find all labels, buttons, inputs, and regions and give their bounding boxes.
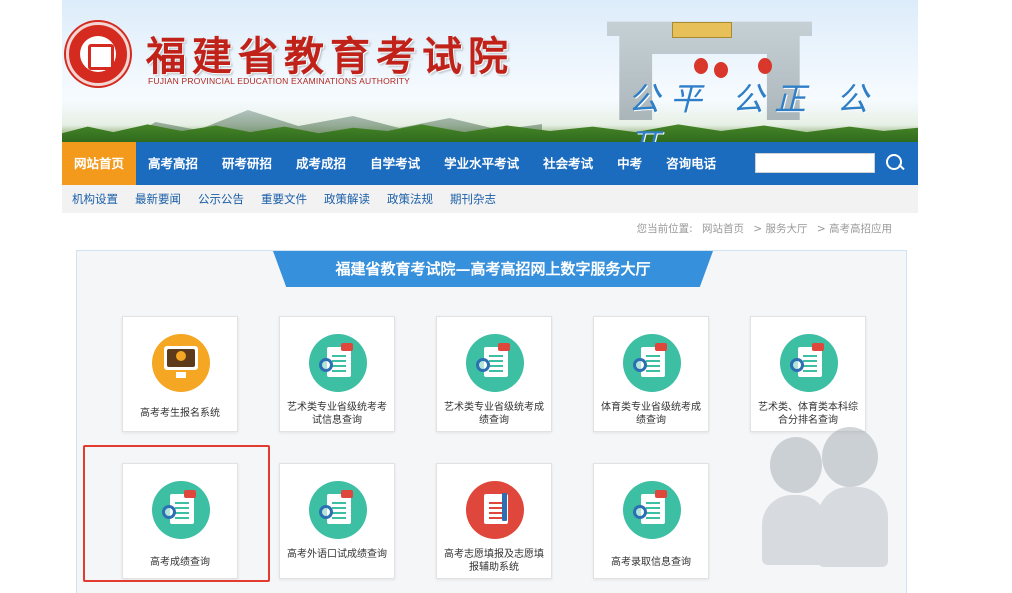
search-icon[interactable] bbox=[884, 153, 906, 175]
application-form-icon bbox=[466, 481, 524, 539]
sub-nav: 机构设置 最新要闻 公示公告 重要文件 政策解读 政策法规 期刊杂志 bbox=[62, 185, 918, 213]
gate-plaque bbox=[672, 22, 732, 38]
lantern-icon bbox=[694, 58, 708, 74]
site-subtitle: FUJIAN PROVINCIAL EDUCATION EXAMINATIONS… bbox=[148, 76, 411, 86]
sub-nav-news[interactable]: 最新要闻 bbox=[135, 191, 181, 207]
card-label: 艺术类专业省级统考考试信息查询 bbox=[287, 402, 387, 426]
breadcrumb-home[interactable]: 网站首页 bbox=[702, 223, 744, 235]
card-art-exam-score[interactable]: 艺术类专业省级统考成绩查询 bbox=[436, 316, 552, 432]
card-sports-exam-score[interactable]: 体育类专业省级统考成绩查询 bbox=[593, 316, 709, 432]
sub-nav-journals[interactable]: 期刊杂志 bbox=[450, 191, 496, 207]
nav-item-hotline[interactable]: 咨询电话 bbox=[654, 142, 728, 185]
score-query-icon bbox=[780, 334, 838, 392]
card-label: 高考录取信息查询 bbox=[611, 557, 691, 568]
sub-nav-notices[interactable]: 公示公告 bbox=[198, 191, 244, 207]
sub-nav-documents[interactable]: 重要文件 bbox=[261, 191, 307, 207]
sub-nav-org[interactable]: 机构设置 bbox=[72, 191, 118, 207]
card-label: 高考成绩查询 bbox=[150, 557, 210, 568]
nav-item-social-exam[interactable]: 社会考试 bbox=[531, 142, 605, 185]
nav-item-adult-exam[interactable]: 成考成招 bbox=[284, 142, 358, 185]
customer-service-mascot-icon bbox=[760, 425, 890, 575]
panel-title: 福建省教育考试院—高考高招网上数字服务大厅 bbox=[273, 251, 713, 287]
score-query-icon bbox=[309, 334, 367, 392]
breadcrumb-prefix: 您当前位置: bbox=[636, 223, 693, 235]
card-oral-english-score[interactable]: 高考外语口试成绩查询 bbox=[279, 463, 395, 579]
card-gaokao-registration[interactable]: 高考考生报名系统 bbox=[122, 316, 238, 432]
nav-item-zhongkao[interactable]: 中考 bbox=[605, 142, 654, 185]
score-query-icon bbox=[152, 481, 210, 539]
breadcrumb-gaokao-apps[interactable]: > 高考高招应用 bbox=[817, 223, 892, 235]
seal-logo-icon[interactable] bbox=[66, 22, 130, 86]
card-label: 体育类专业省级统考成绩查询 bbox=[601, 402, 701, 426]
card-gaokao-score-query[interactable]: 高考成绩查询 bbox=[122, 463, 238, 579]
site-title[interactable]: 福建省教育考试院 bbox=[146, 24, 514, 82]
card-label: 高考外语口试成绩查询 bbox=[287, 549, 387, 560]
breadcrumb-service-hall[interactable]: > 服务大厅 bbox=[753, 223, 807, 235]
card-label: 高考志愿填报及志愿填报辅助系统 bbox=[444, 549, 544, 573]
card-art-exam-info[interactable]: 艺术类专业省级统考考试信息查询 bbox=[279, 316, 395, 432]
nav-item-self-study[interactable]: 自学考试 bbox=[358, 142, 432, 185]
card-label: 高考考生报名系统 bbox=[140, 408, 220, 419]
card-art-sports-ranking[interactable]: 艺术类、体育类本科综合分排名查询 bbox=[750, 316, 866, 432]
sub-nav-regulations[interactable]: 政策法规 bbox=[387, 191, 433, 207]
computer-upload-icon bbox=[152, 334, 210, 392]
lantern-icon bbox=[758, 58, 772, 74]
search-input[interactable] bbox=[755, 153, 875, 173]
nav-item-proficiency[interactable]: 学业水平考试 bbox=[432, 142, 531, 185]
slogan: 公平 公正 公开 bbox=[628, 80, 879, 142]
score-query-icon bbox=[623, 334, 681, 392]
sub-nav-policy-interpretation[interactable]: 政策解读 bbox=[324, 191, 370, 207]
card-label: 艺术类、体育类本科综合分排名查询 bbox=[758, 402, 858, 426]
header-banner: 福建省教育考试院 FUJIAN PROVINCIAL EDUCATION EXA… bbox=[62, 0, 918, 142]
card-admission-query[interactable]: 高考录取信息查询 bbox=[593, 463, 709, 579]
score-query-icon bbox=[466, 334, 524, 392]
card-application-system[interactable]: 高考志愿填报及志愿填报辅助系统 bbox=[436, 463, 552, 579]
nav-item-gaokao[interactable]: 高考高招 bbox=[136, 142, 210, 185]
score-query-icon bbox=[623, 481, 681, 539]
nav-item-postgrad[interactable]: 研考研招 bbox=[210, 142, 284, 185]
breadcrumb: 您当前位置: 网站首页 > 服务大厅 > 高考高招应用 bbox=[631, 221, 892, 236]
score-query-icon bbox=[309, 481, 367, 539]
card-label: 艺术类专业省级统考成绩查询 bbox=[444, 402, 544, 426]
nav-item-home[interactable]: 网站首页 bbox=[62, 142, 137, 185]
main-nav: 网站首页 高考高招 研考研招 成考成招 自学考试 学业水平考试 社会考试 中考 … bbox=[62, 142, 918, 185]
